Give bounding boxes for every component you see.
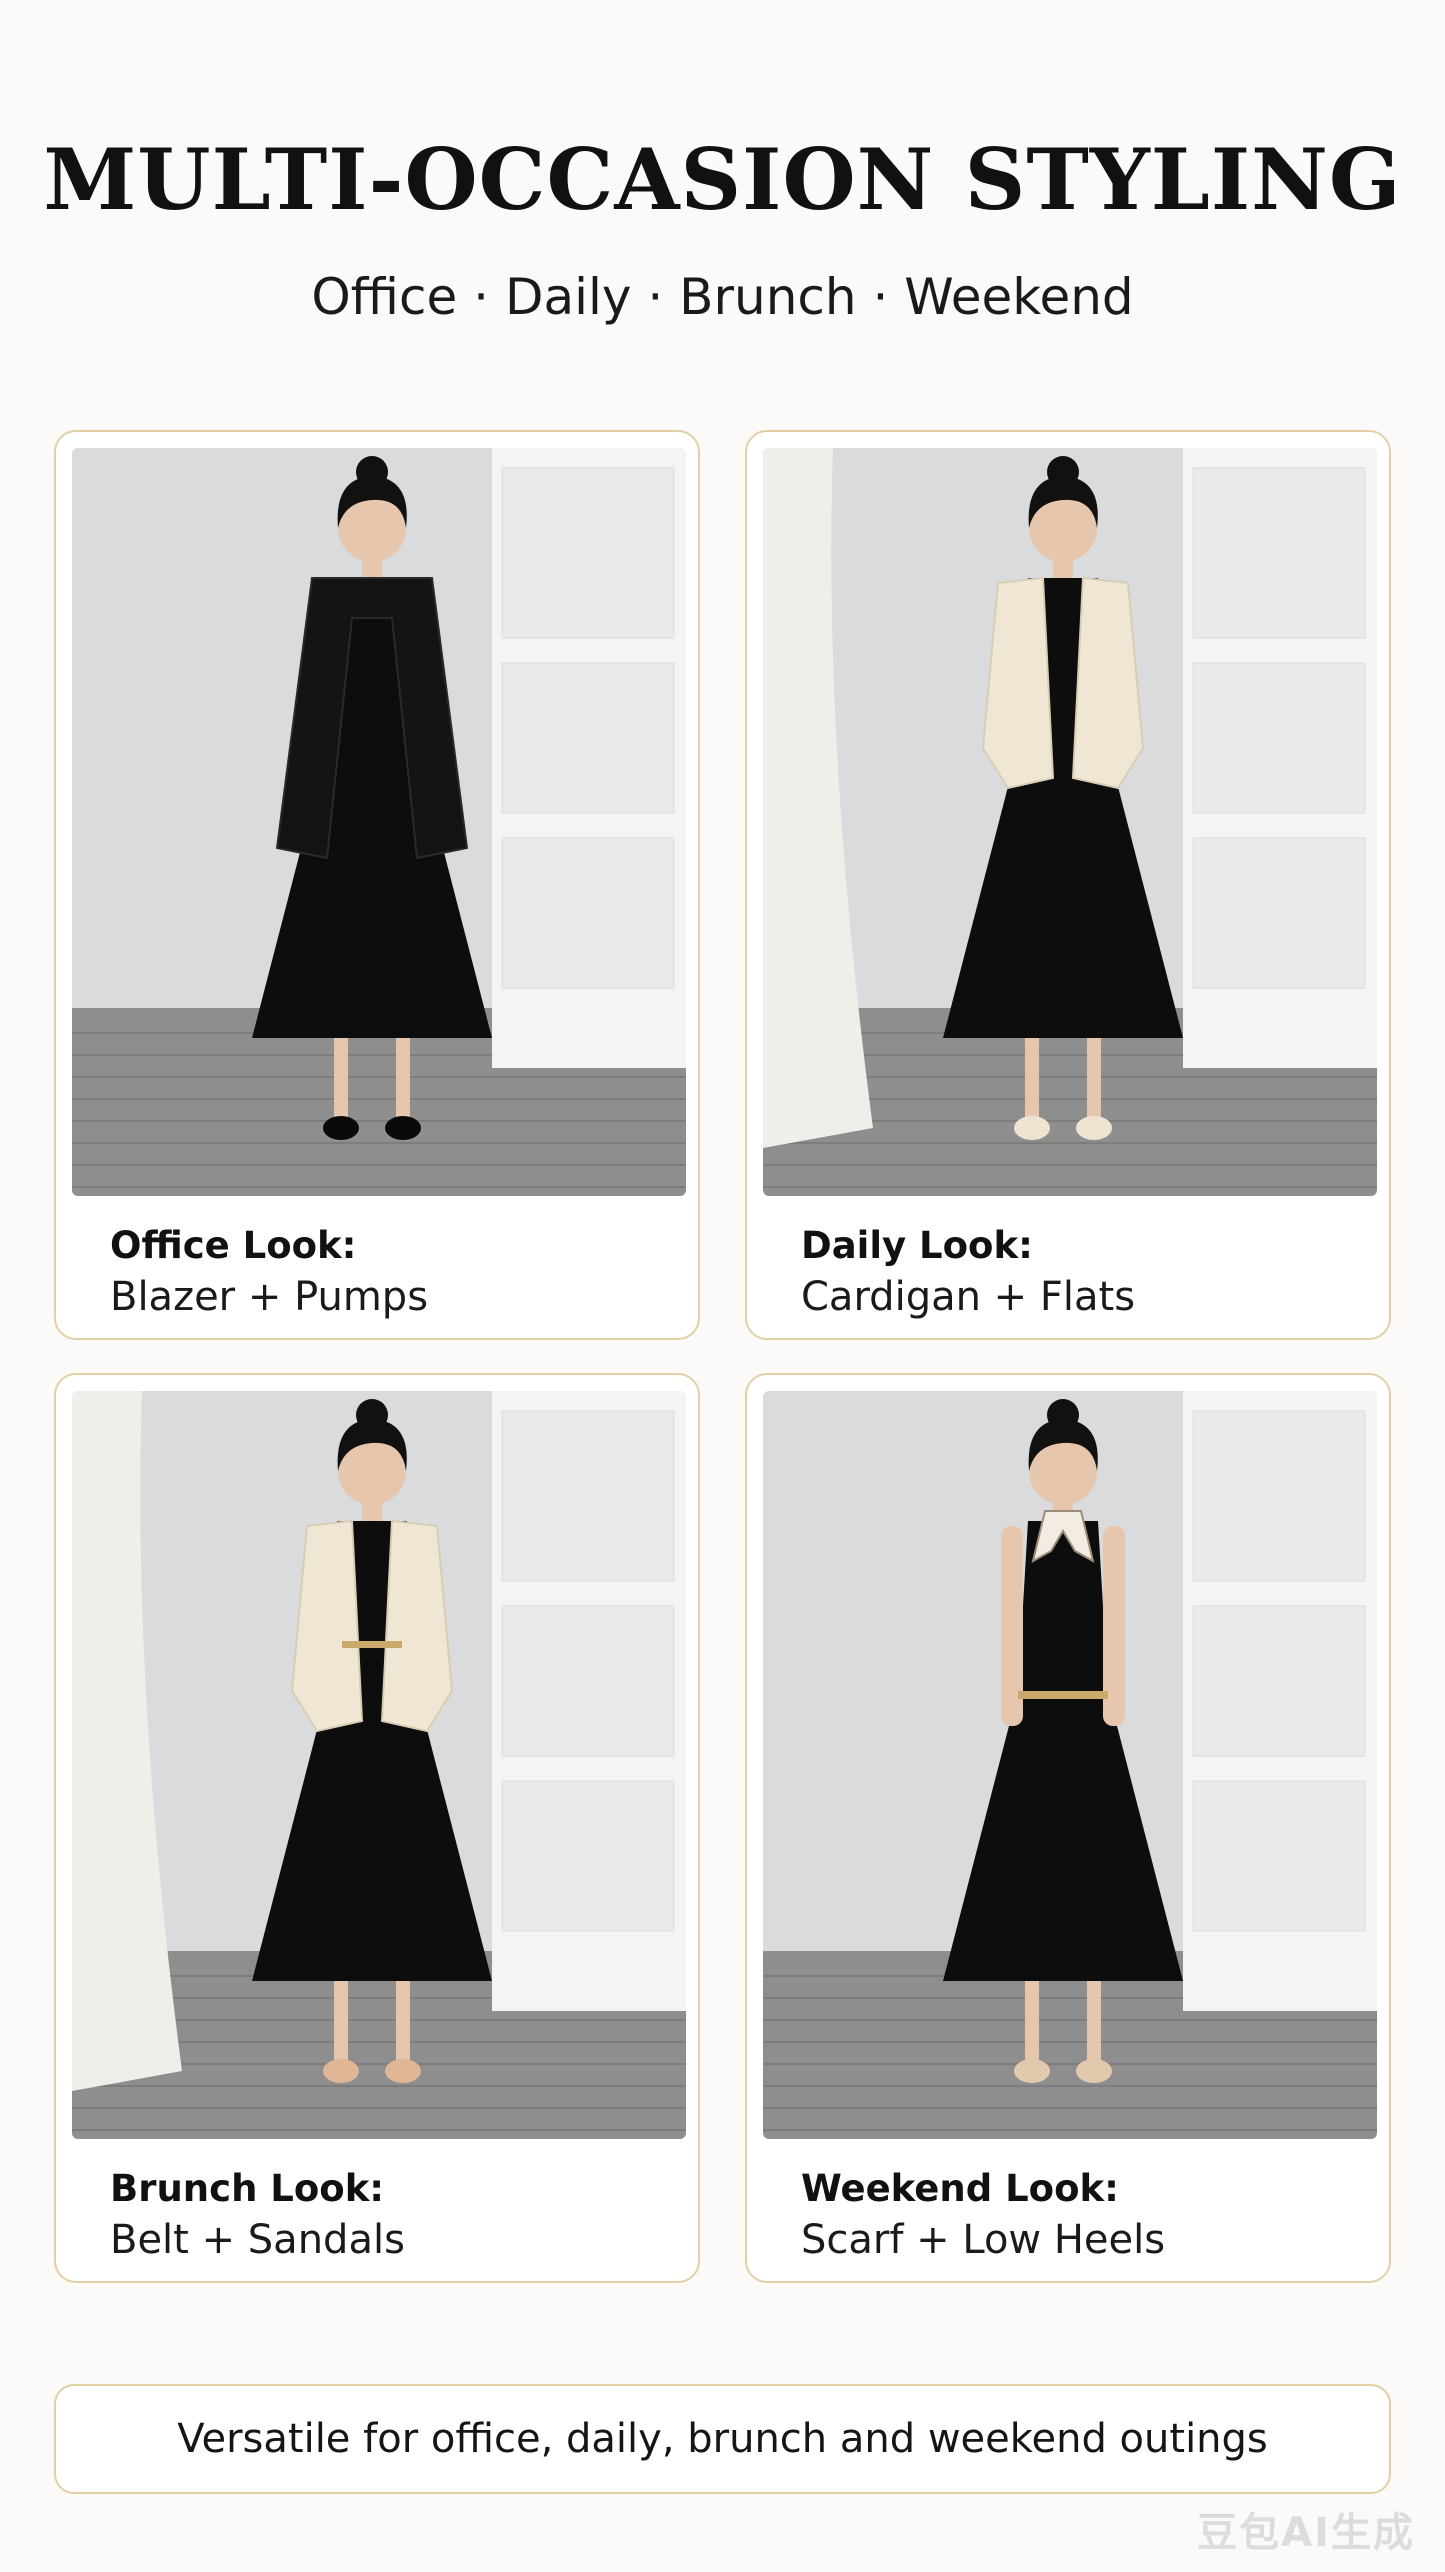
look-title: Weekend Look:	[801, 2167, 1119, 2210]
look-card-weekend[interactable]: Weekend Look: Scarf + Low Heels	[745, 1373, 1391, 2283]
look-title: Brunch Look:	[110, 2167, 385, 2210]
brunch-look-photo	[72, 1391, 686, 2139]
footer-banner: Versatile for office, daily, brunch and …	[54, 2384, 1391, 2494]
look-detail: Blazer + Pumps	[110, 1274, 429, 1320]
look-title: Daily Look:	[801, 1224, 1033, 1267]
page-title: MULTI-OCCASION STYLING	[43, 130, 1402, 229]
look-card-daily[interactable]: Daily Look: Cardigan + Flats	[745, 430, 1391, 1340]
office-look-photo	[72, 448, 686, 1196]
look-detail: Belt + Sandals	[110, 2217, 405, 2263]
page-subtitle: Office · Daily · Brunch · Weekend	[311, 268, 1134, 326]
weekend-look-photo	[763, 1391, 1377, 2139]
look-title: Office Look:	[110, 1224, 357, 1267]
look-card-brunch[interactable]: Brunch Look: Belt + Sandals	[54, 1373, 700, 2283]
look-card-office[interactable]: Office Look: Blazer + Pumps	[54, 430, 700, 1340]
daily-look-photo	[763, 448, 1377, 1196]
look-detail: Scarf + Low Heels	[801, 2217, 1166, 2263]
watermark-logo: 豆包AI生成	[1197, 2510, 1415, 2556]
look-detail: Cardigan + Flats	[801, 1274, 1136, 1320]
